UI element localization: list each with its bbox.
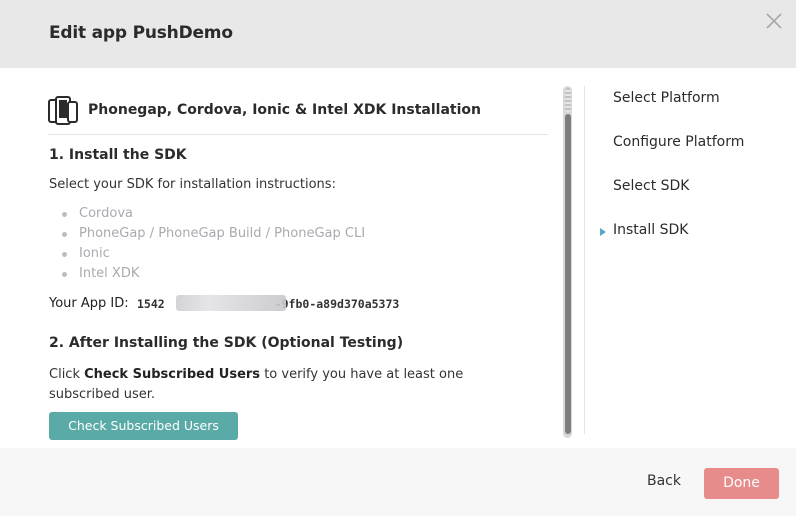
close-icon[interactable] bbox=[764, 11, 784, 31]
bullet bbox=[62, 212, 67, 217]
vertical-divider bbox=[584, 86, 585, 434]
sdk-option-label[interactable]: PhoneGap / PhoneGap Build / PhoneGap CLI bbox=[79, 224, 365, 244]
back-button[interactable]: Back bbox=[647, 473, 681, 489]
step2-text-bold: Check Subscribed Users bbox=[84, 367, 261, 382]
sdk-option-label[interactable]: Cordova bbox=[79, 204, 133, 224]
bullet bbox=[62, 272, 67, 277]
modal-title: Edit app PushDemo bbox=[49, 23, 233, 43]
sdk-option-label[interactable]: Ionic bbox=[79, 244, 110, 264]
sdk-option-label[interactable]: Intel XDK bbox=[79, 264, 139, 284]
sdk-instructions: Select your SDK for installation instruc… bbox=[49, 177, 336, 192]
section-title: Phonegap, Cordova, Ionic & Intel XDK Ins… bbox=[88, 102, 481, 118]
app-id-suffix: -9fb0-a89d370a5373 bbox=[274, 297, 400, 311]
app-id-redaction bbox=[176, 295, 286, 311]
active-step-arrow-icon bbox=[600, 228, 606, 236]
step1-title: 1. Install the SDK bbox=[49, 147, 187, 163]
scrollbar-grip[interactable] bbox=[565, 88, 571, 112]
wizard-step-install-sdk[interactable]: Install SDK bbox=[613, 222, 688, 238]
modal-content: Phonegap, Cordova, Ionic & Intel XDK Ins… bbox=[0, 68, 796, 448]
check-subscribed-users-button[interactable]: Check Subscribed Users bbox=[49, 412, 238, 440]
step2-title: 2. After Installing the SDK (Optional Te… bbox=[49, 335, 404, 351]
scrollbar-thumb[interactable] bbox=[565, 114, 571, 434]
modal-footer: Back Done bbox=[0, 448, 796, 516]
modal-header: Edit app PushDemo bbox=[0, 0, 796, 68]
bullet bbox=[62, 232, 67, 237]
wizard-step-select-sdk[interactable]: Select SDK bbox=[613, 178, 690, 194]
mobile-devices-icon bbox=[48, 96, 78, 125]
done-button[interactable]: Done bbox=[704, 468, 779, 499]
wizard-steps: Select Platform Configure Platform Selec… bbox=[600, 68, 790, 368]
bullet bbox=[62, 252, 67, 257]
edit-app-modal: Edit app PushDemo Phonegap, Cordova, Ion… bbox=[0, 0, 796, 516]
app-id-prefix: 1542 bbox=[137, 297, 165, 311]
step2-description: Click Check Subscribed Users to verify y… bbox=[49, 365, 529, 405]
app-id-label: Your App ID: bbox=[49, 296, 129, 311]
section-header: Phonegap, Cordova, Ionic & Intel XDK Ins… bbox=[48, 96, 548, 135]
wizard-step-configure-platform[interactable]: Configure Platform bbox=[613, 134, 744, 150]
wizard-step-select-platform[interactable]: Select Platform bbox=[613, 90, 720, 106]
step2-text-before: Click bbox=[49, 367, 85, 382]
